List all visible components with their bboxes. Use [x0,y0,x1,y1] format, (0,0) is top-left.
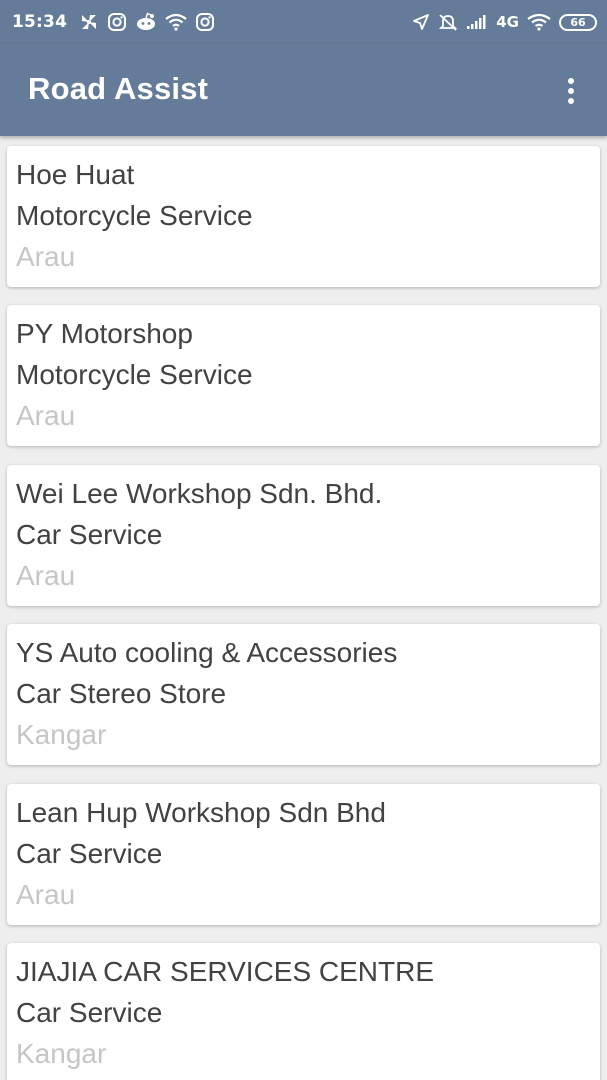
network-type-label: 4G [496,13,519,31]
status-time: 15:34 [12,12,68,32]
location-arrow-icon [412,13,430,31]
workshop-location: Kangar [16,1038,107,1069]
workshop-name: PY Motorshop [16,318,193,349]
workshop-name: JIAJIA CAR SERVICES CENTRE [16,956,435,987]
signal-strength-icon [466,14,488,30]
status-bar: 15:34 4G 66 [0,0,607,44]
more-vert-icon [568,98,574,104]
workshop-card[interactable]: Hoe Huat Motorcycle Service Arau [7,146,600,287]
workshop-location: Arau [16,400,76,431]
workshop-card[interactable]: Lean Hup Workshop Sdn Bhd Car Service Ar… [7,784,600,925]
pinwheel-notification-icon [79,13,99,31]
wifi-icon [527,13,551,31]
workshop-category: Car Stereo Store [16,678,227,709]
workshop-location: Arau [16,560,76,591]
wifi-notification-icon [165,13,187,31]
workshop-category: Car Service [16,838,163,869]
workshop-card[interactable]: YS Auto cooling & Accessories Car Stereo… [7,624,600,765]
workshop-card[interactable]: Wei Lee Workshop Sdn. Bhd. Car Service A… [7,465,600,606]
more-vert-icon [568,88,574,94]
more-options-button[interactable] [557,74,585,108]
instagram-notification-icon [107,12,127,32]
more-vert-icon [568,78,574,84]
app-bar: Road Assist [0,44,607,136]
workshop-name: YS Auto cooling & Accessories [16,637,398,668]
workshop-card[interactable]: PY Motorshop Motorcycle Service Arau [7,305,600,446]
workshop-location: Kangar [16,719,107,750]
app-title: Road Assist [28,71,209,106]
battery-level: 66 [570,15,586,29]
workshop-category: Motorcycle Service [16,200,253,231]
battery-icon: 66 [559,13,597,31]
status-bar-left: 15:34 [12,0,215,44]
workshop-category: Car Service [16,997,163,1028]
workshop-category: Motorcycle Service [16,359,253,390]
workshop-name: Wei Lee Workshop Sdn. Bhd. [16,478,383,509]
workshop-name: Hoe Huat [16,159,135,190]
workshop-list[interactable]: Hoe Huat Motorcycle Service Arau PY Moto… [0,136,607,1080]
workshop-name: Lean Hup Workshop Sdn Bhd [16,797,386,828]
reddit-notification-icon [135,12,157,32]
instagram-notification-icon [195,12,215,32]
workshop-location: Arau [16,241,76,272]
alarm-off-icon [438,12,458,32]
workshop-location: Arau [16,879,76,910]
workshop-category: Car Service [16,519,163,550]
workshop-card[interactable]: JIAJIA CAR SERVICES CENTRE Car Service K… [7,943,600,1080]
status-bar-right: 4G 66 [412,0,597,44]
